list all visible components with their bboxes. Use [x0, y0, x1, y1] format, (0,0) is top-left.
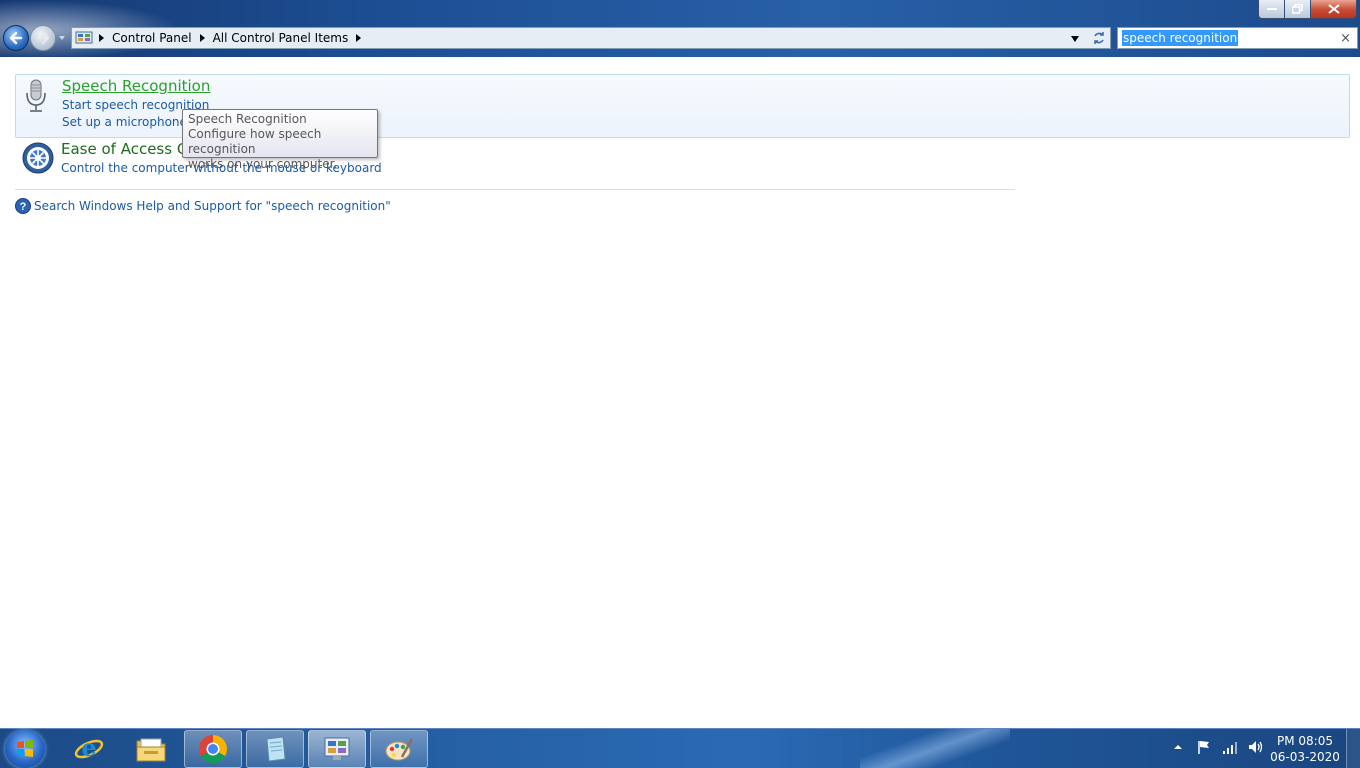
action-center-flag-icon[interactable]	[1196, 739, 1212, 755]
help-search-link[interactable]: ? Search Windows Help and Support for "s…	[15, 198, 391, 214]
tooltip-line-2: works on your computer.	[188, 157, 338, 171]
help-search-text[interactable]: Search Windows Help and Support for "spe…	[34, 199, 391, 213]
clock-time: PM 08:05	[1277, 734, 1333, 748]
volume-icon[interactable]	[1248, 739, 1264, 755]
window-controls	[1258, 0, 1357, 19]
chevron-right-icon[interactable]	[356, 34, 362, 42]
taskbar-internet-explorer[interactable]: e	[60, 730, 118, 768]
svg-text:?: ?	[20, 201, 27, 213]
taskbar-chrome[interactable]	[184, 730, 242, 768]
clock-date: 06-03-2020	[1270, 750, 1340, 764]
chrome-icon	[199, 735, 227, 763]
control-panel-icon	[324, 737, 350, 760]
start-button[interactable]	[5, 730, 45, 768]
restore-icon	[1292, 4, 1303, 14]
restore-button[interactable]	[1285, 0, 1311, 19]
tooltip-title: Speech Recognition	[188, 112, 307, 126]
forward-button[interactable]	[30, 25, 56, 51]
system-clock[interactable]: PM 08:05 06-03-2020	[1267, 733, 1343, 765]
minimize-icon	[1266, 8, 1277, 10]
chevron-right-icon[interactable]	[199, 34, 206, 42]
notepad-icon	[266, 736, 286, 762]
svg-text:e: e	[81, 734, 96, 762]
microphone-icon	[26, 79, 46, 112]
chevron-right-icon[interactable]	[99, 34, 105, 42]
search-query[interactable]: speech recognition	[1122, 30, 1239, 46]
show-hidden-icons-icon[interactable]	[1170, 739, 1186, 755]
file-explorer-icon	[136, 738, 166, 762]
taskbar-paint[interactable]	[370, 730, 428, 768]
taskbar-file-explorer[interactable]	[122, 730, 180, 768]
refresh-icon	[1093, 32, 1104, 44]
breadcrumb-control-panel[interactable]: Control Panel	[112, 31, 192, 45]
network-signal-icon[interactable]	[1222, 739, 1238, 755]
tooltip-line-1: Configure how speech recognition	[188, 127, 322, 156]
refresh-button[interactable]	[1087, 27, 1111, 49]
title-bar: Control Panel All Control Panel Items sp…	[0, 0, 1360, 57]
arrow-left-icon	[9, 31, 23, 45]
close-button[interactable]	[1311, 0, 1357, 19]
taskbar-notepad[interactable]	[246, 730, 304, 768]
tooltip: Speech Recognition Configure how speech …	[182, 109, 378, 171]
taskbar: e PM 08:05 06-03-2020	[0, 728, 1360, 768]
close-icon	[1327, 4, 1340, 14]
divider	[15, 189, 1015, 190]
windows-logo-icon	[17, 740, 33, 757]
back-button[interactable]	[3, 25, 29, 51]
breadcrumb-all-control-panel-items[interactable]: All Control Panel Items	[213, 31, 349, 45]
ease-of-access-icon	[22, 142, 54, 174]
help-icon: ?	[15, 198, 31, 214]
show-desktop-button[interactable]	[1346, 729, 1360, 768]
result-title-ease-of-access[interactable]: Ease of Access Ce	[61, 140, 197, 158]
clear-search-button[interactable]: ×	[1340, 31, 1351, 46]
notification-area	[1170, 739, 1274, 755]
control-panel-icon	[75, 31, 93, 44]
internet-explorer-icon: e	[74, 734, 104, 762]
minimize-button[interactable]	[1258, 0, 1285, 19]
address-bar[interactable]: Control Panel All Control Panel Items	[71, 27, 1088, 49]
link-set-up-microphone[interactable]: Set up a microphone	[62, 115, 187, 129]
result-title-speech-recognition[interactable]: Speech Recognition	[62, 77, 210, 95]
recent-pages-dropdown-icon[interactable]	[58, 34, 66, 42]
search-input[interactable]: speech recognition ×	[1117, 27, 1358, 49]
arrow-right-icon	[36, 31, 50, 45]
address-dropdown-icon[interactable]	[1071, 36, 1079, 42]
paint-icon	[385, 738, 414, 761]
taskbar-control-panel[interactable]	[308, 730, 366, 768]
